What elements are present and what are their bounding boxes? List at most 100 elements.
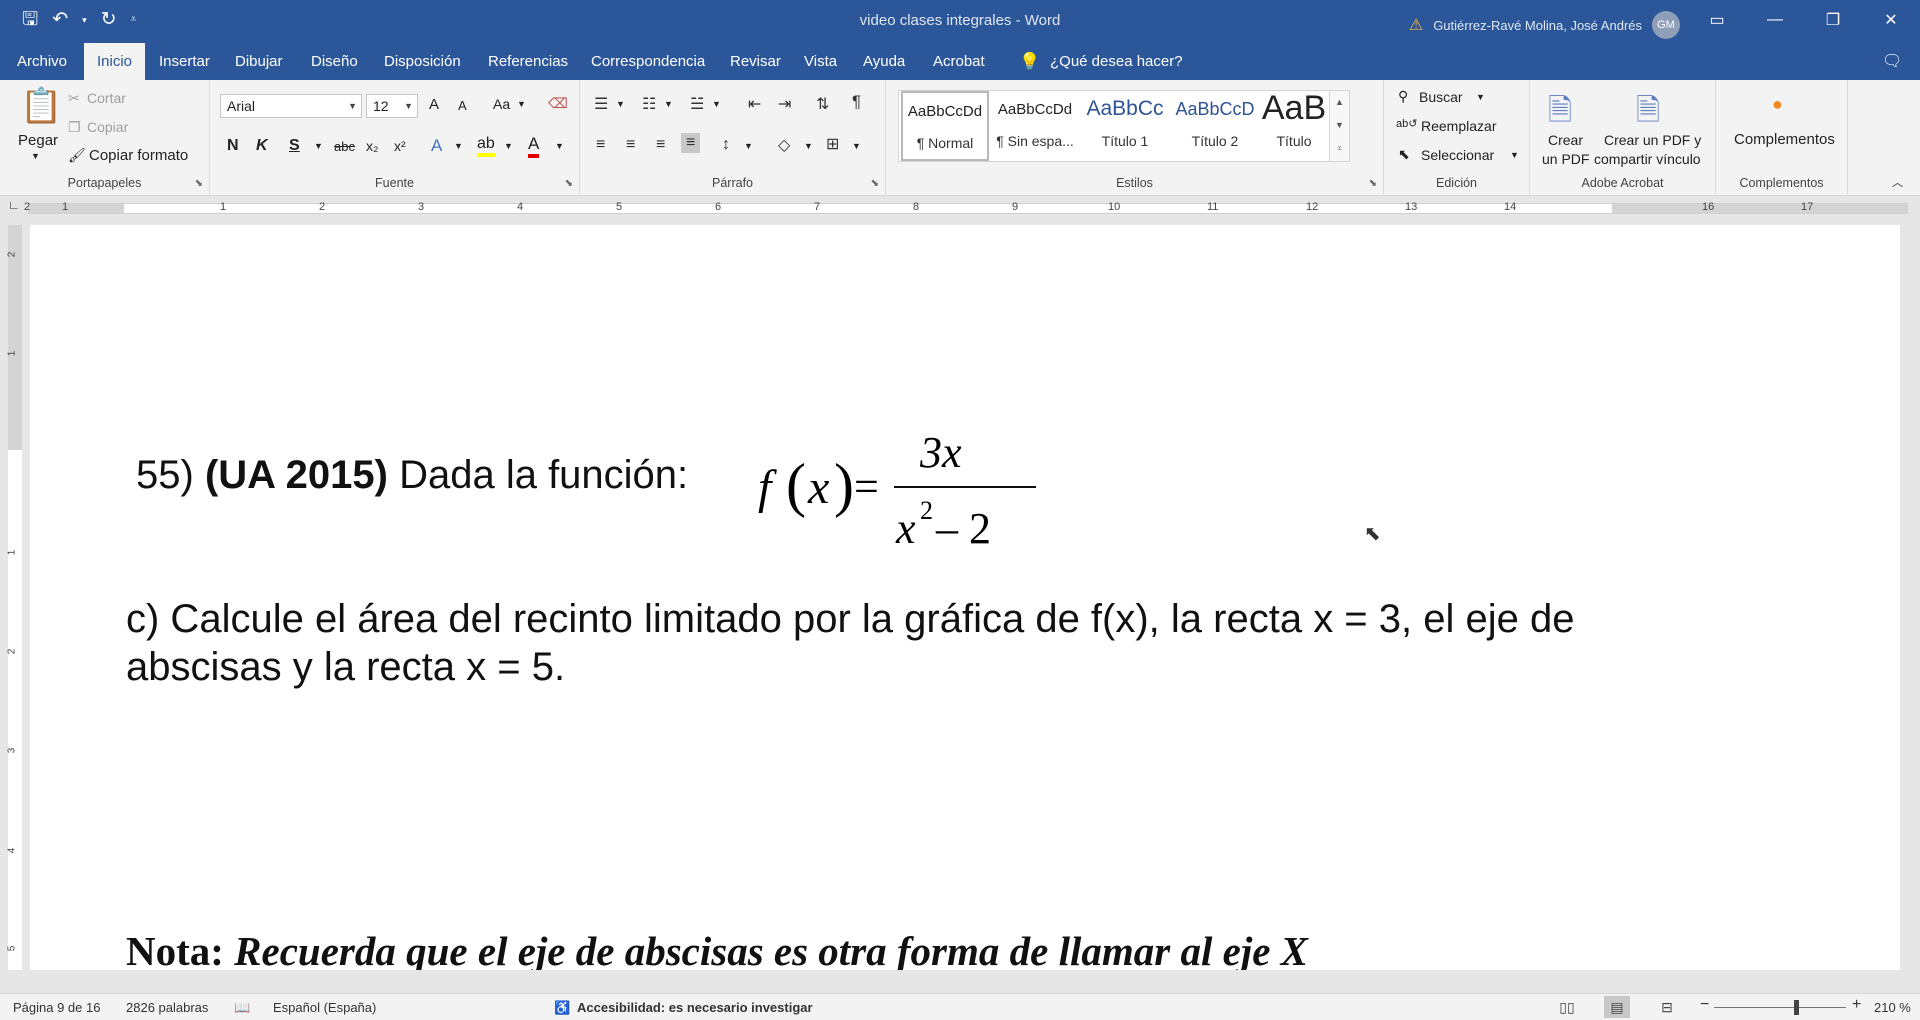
- horizontal-ruler[interactable]: ∟ 2 1 1 2 3 4 5 6 7 8 9 10 11 12 13 14 1…: [0, 196, 1920, 220]
- more-styles-icon[interactable]: ⩡: [1330, 137, 1349, 160]
- dialog-launcher-icon[interactable]: ⬊: [871, 178, 879, 189]
- tab-archivo[interactable]: Archivo: [15, 43, 69, 80]
- tab-ayuda[interactable]: Ayuda: [861, 43, 907, 80]
- find-button[interactable]: Buscar: [1419, 89, 1463, 105]
- tab-stop-icon[interactable]: ∟: [8, 198, 20, 212]
- multilevel-list-icon[interactable]: ☱: [690, 94, 704, 114]
- warning-icon[interactable]: ⚠: [1409, 15, 1423, 35]
- chevron-down-icon[interactable]: ▼: [314, 141, 323, 151]
- tab-diseno[interactable]: Diseño: [309, 43, 360, 80]
- align-center-icon[interactable]: ≡: [626, 136, 635, 154]
- chevron-down-icon[interactable]: ▼: [712, 99, 721, 109]
- tab-correspondencia[interactable]: Correspondencia: [589, 43, 707, 80]
- text-effects-icon[interactable]: A: [431, 136, 442, 156]
- strikethrough-button[interactable]: abc: [334, 139, 355, 154]
- print-layout-icon[interactable]: ▤: [1604, 996, 1630, 1018]
- format-painter-button[interactable]: Copiar formato: [89, 147, 188, 164]
- style-sin-espaciado[interactable]: AaBbCcDd ¶ Sin espa...: [991, 91, 1079, 161]
- shading-icon[interactable]: ◇: [778, 135, 790, 155]
- highlight-icon[interactable]: ab: [477, 135, 495, 157]
- replace-button[interactable]: Reemplazar: [1421, 118, 1496, 134]
- shrink-font-button[interactable]: A: [458, 98, 467, 113]
- avatar[interactable]: GM: [1652, 11, 1680, 39]
- borders-icon[interactable]: ⊞: [826, 134, 839, 154]
- share-pdf-button-line1[interactable]: Crear un PDF y: [1604, 132, 1701, 148]
- search-icon[interactable]: ⚲: [1398, 88, 1408, 105]
- font-size-combo[interactable]: 12 ▼: [366, 94, 418, 118]
- zoom-in-icon[interactable]: +: [1852, 996, 1861, 1014]
- clear-format-icon[interactable]: ⌫: [548, 95, 568, 112]
- addins-button[interactable]: Complementos: [1734, 131, 1835, 148]
- chevron-down-icon[interactable]: ▼: [1510, 150, 1519, 160]
- paste-icon[interactable]: 📋: [20, 86, 62, 126]
- zoom-slider-thumb[interactable]: [1794, 1000, 1799, 1015]
- font-color-icon[interactable]: A: [528, 134, 540, 158]
- dialog-launcher-icon[interactable]: ⬊: [1369, 178, 1377, 189]
- justify-icon[interactable]: ≡: [681, 133, 701, 153]
- word-count[interactable]: 2826 palabras: [126, 1000, 208, 1015]
- dialog-launcher-icon[interactable]: ⬊: [565, 178, 573, 189]
- chevron-down-icon[interactable]: ▼: [517, 99, 526, 109]
- decrease-indent-icon[interactable]: ⇤: [748, 94, 761, 114]
- language[interactable]: Español (España): [273, 1000, 376, 1015]
- sort-icon[interactable]: ⇅: [816, 94, 829, 114]
- cut-icon[interactable]: ✂: [68, 90, 80, 107]
- zoom-slider[interactable]: [1714, 1007, 1846, 1008]
- line-spacing-icon[interactable]: ↕: [722, 136, 730, 154]
- chevron-down-icon[interactable]: ▼: [616, 99, 625, 109]
- tab-inicio[interactable]: Inicio: [84, 43, 146, 80]
- ribbon-display-icon[interactable]: ▭: [1688, 0, 1746, 40]
- minimize-icon[interactable]: —: [1746, 0, 1804, 40]
- cursor-select-icon[interactable]: ⬉: [1398, 146, 1410, 163]
- cut-button[interactable]: Cortar: [87, 90, 126, 106]
- tab-disposicion[interactable]: Disposición: [382, 43, 463, 80]
- styles-scroll[interactable]: ▲ ▼ ⩡: [1329, 91, 1349, 161]
- style-titulo-1[interactable]: AaBbCc Título 1: [1081, 91, 1169, 161]
- collapse-ribbon-icon[interactable]: ︿: [1892, 174, 1903, 190]
- copy-button[interactable]: Copiar: [87, 119, 128, 135]
- chevron-up-icon[interactable]: ▲: [1330, 91, 1349, 114]
- comments-icon[interactable]: 🗨: [1880, 43, 1904, 80]
- align-right-icon[interactable]: ≡: [656, 136, 665, 154]
- chevron-down-icon[interactable]: ▼: [852, 141, 861, 151]
- page-count[interactable]: Página 9 de 16: [13, 1000, 100, 1015]
- numbering-icon[interactable]: ☷: [642, 94, 656, 114]
- style-titulo[interactable]: AaB Título: [1261, 89, 1327, 161]
- create-pdf-button-line2[interactable]: un PDF: [1542, 151, 1589, 167]
- vertical-ruler[interactable]: 2 1 1 2 3 4 5: [6, 225, 22, 970]
- chevron-down-icon[interactable]: ▼: [504, 141, 513, 151]
- paragraph-nota[interactable]: Nota: Recuerda que el eje de abscisas es…: [126, 927, 1308, 970]
- underline-button[interactable]: S: [289, 137, 300, 155]
- chevron-down-icon[interactable]: ▼: [744, 141, 753, 151]
- restore-icon[interactable]: ❐: [1804, 0, 1862, 40]
- tab-dibujar[interactable]: Dibujar: [233, 43, 285, 80]
- replace-icon[interactable]: ab↺: [1396, 117, 1417, 130]
- change-case-button[interactable]: Aa: [493, 96, 510, 112]
- increase-indent-icon[interactable]: ⇥: [778, 94, 791, 114]
- italic-button[interactable]: K: [256, 137, 268, 155]
- paste-dropdown-icon[interactable]: ▼: [31, 151, 40, 161]
- tab-acrobat[interactable]: Acrobat: [931, 43, 987, 80]
- web-layout-icon[interactable]: ⊟: [1654, 996, 1680, 1018]
- paragraph-part-c[interactable]: c) Calcule el área del recinto limitado …: [126, 595, 1686, 691]
- style-titulo-2[interactable]: AaBbCcD Título 2: [1171, 91, 1259, 161]
- tab-vista[interactable]: Vista: [802, 43, 839, 80]
- style-normal[interactable]: AaBbCcDd ¶ Normal: [901, 91, 989, 161]
- subscript-button[interactable]: x₂: [366, 138, 378, 154]
- superscript-button[interactable]: x²: [394, 138, 406, 154]
- chevron-down-icon[interactable]: ▼: [555, 141, 564, 151]
- zoom-out-icon[interactable]: −: [1700, 996, 1709, 1014]
- chevron-down-icon[interactable]: ▼: [1330, 114, 1349, 137]
- tab-referencias[interactable]: Referencias: [486, 43, 570, 80]
- chevron-down-icon[interactable]: ▼: [804, 141, 813, 151]
- addins-icon[interactable]: ●: [1772, 94, 1783, 115]
- chevron-down-icon[interactable]: ▼: [454, 141, 463, 151]
- format-painter-icon[interactable]: 🖌: [68, 147, 86, 164]
- align-left-icon[interactable]: ≡: [596, 136, 605, 154]
- tab-revisar[interactable]: Revisar: [728, 43, 783, 80]
- tell-me-search[interactable]: ¿Qué desea hacer?: [1048, 43, 1185, 80]
- bullets-icon[interactable]: ☰: [594, 94, 608, 114]
- accessibility-icon[interactable]: ♿: [554, 1000, 570, 1016]
- document-page[interactable]: 55) (UA 2015) Dada la función: f ( x ) =…: [30, 225, 1900, 970]
- zoom-level[interactable]: 210 %: [1874, 1000, 1911, 1015]
